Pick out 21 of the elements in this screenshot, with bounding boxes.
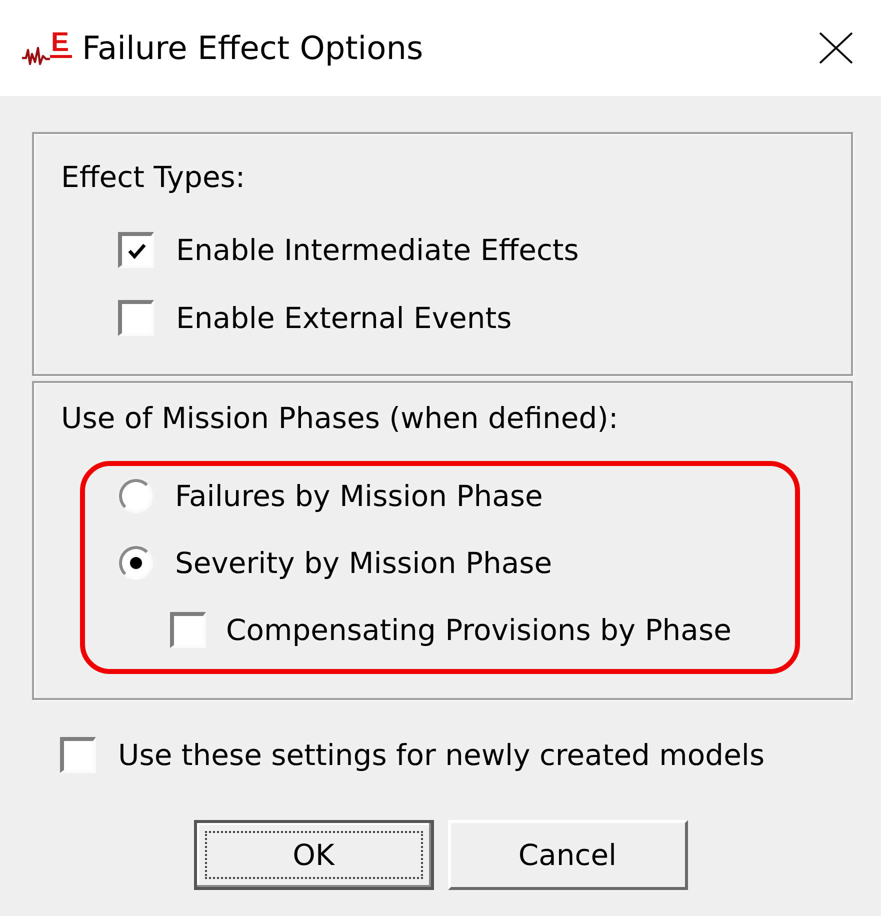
radio-button[interactable]: [119, 546, 153, 580]
checkbox-label: Use these settings for newly created models: [118, 737, 765, 773]
checkbox[interactable]: [60, 737, 96, 773]
waveform-icon: [22, 46, 50, 66]
checkbox[interactable]: [118, 232, 154, 268]
check-icon: [128, 242, 146, 258]
checkbox-label: Enable External Events: [176, 300, 512, 336]
close-icon[interactable]: [819, 32, 853, 64]
group-label: Effect Types:: [61, 159, 246, 195]
default-button[interactable]: OK: [194, 820, 434, 890]
checkbox-label: Enable Intermediate Effects: [176, 232, 579, 268]
checkbox[interactable]: [170, 612, 206, 648]
dialog-button[interactable]: Cancel: [448, 820, 688, 890]
radio-button[interactable]: [119, 479, 153, 513]
group-label: Use of Mission Phases (when defined):: [61, 400, 618, 436]
checkbox[interactable]: [118, 300, 154, 336]
app-logo-text: E: [50, 30, 72, 58]
radio-label: Failures by Mission Phase: [175, 478, 543, 514]
checkbox-label: Compensating Provisions by Phase: [226, 612, 732, 648]
radio-label: Severity by Mission Phase: [175, 545, 552, 581]
window-title: Failure Effect Options: [82, 29, 424, 67]
